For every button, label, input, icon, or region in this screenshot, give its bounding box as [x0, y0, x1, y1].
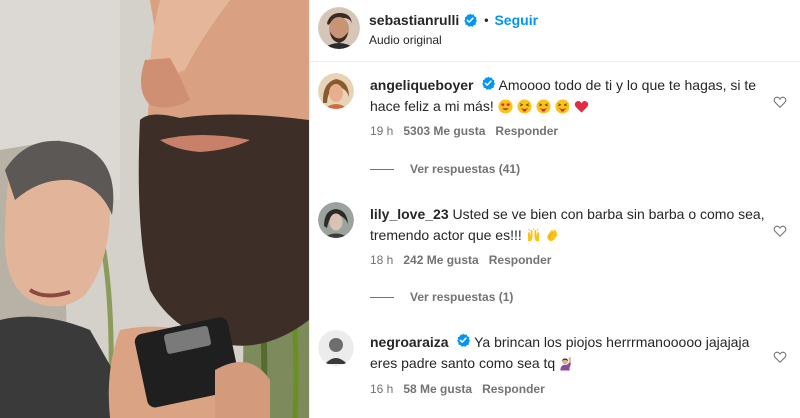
like-comment-heart-icon[interactable]: [773, 95, 787, 109]
commenter-username[interactable]: negroaraiza: [370, 334, 449, 350]
comment-meta: 18 h 242 Me gusta Responder: [370, 253, 561, 267]
comment-body-line-2: eres padre santo como sea tq: [370, 355, 556, 371]
like-comment-heart-icon[interactable]: [773, 224, 787, 238]
comment-meta: 16 h 58 Me gusta Responder: [370, 382, 555, 396]
owner-avatar[interactable]: [318, 7, 360, 49]
comment-body-line-1: Amoooo todo de ti y lo que te hagas, si …: [498, 77, 757, 93]
view-replies-label: Ver respuestas (41): [410, 162, 521, 176]
reply-button[interactable]: Responder: [489, 253, 552, 267]
comment-likes[interactable]: 58 Me gusta: [403, 382, 472, 396]
view-replies-label: Ver respuestas (1): [410, 290, 514, 304]
comment-meta: 19 h 5303 Me gusta Responder: [370, 124, 568, 138]
face-with-tongue-icon: [517, 99, 532, 114]
face-with-tongue-icon: [555, 99, 570, 114]
view-replies-button[interactable]: Ver respuestas (1): [370, 290, 513, 304]
replies-divider-line: [370, 168, 394, 170]
commenter-username[interactable]: lily_love_23: [370, 206, 449, 222]
audio-label[interactable]: Audio original: [369, 33, 442, 47]
separator-dot: •: [484, 13, 489, 27]
comment-item: negroaraiza Ya brincan los piojos herrrm…: [310, 320, 800, 410]
video-frame-illustration: [0, 0, 309, 418]
red-heart-icon: [574, 99, 589, 114]
view-replies-button[interactable]: Ver respuestas (41): [370, 162, 520, 176]
comment-text: angeliqueboyer Amoooo todo de ti y lo qu…: [370, 75, 789, 117]
comment-body-line-2: tremendo actor que es!!!: [370, 227, 522, 243]
comment-likes[interactable]: 242 Me gusta: [403, 253, 478, 267]
owner-username[interactable]: sebastianrulli: [369, 12, 459, 28]
follow-button[interactable]: Seguir: [494, 12, 538, 28]
like-comment-heart-icon[interactable]: [773, 350, 787, 364]
replies-divider-line: [370, 296, 394, 298]
verified-badge-icon: [456, 332, 471, 347]
reply-button[interactable]: Responder: [482, 382, 545, 396]
commenter-avatar[interactable]: [318, 202, 354, 238]
comment-body-line-1: Ya brincan los piojos herrrmanooooo jaja…: [474, 334, 750, 350]
face-with-tongue-icon: [536, 99, 551, 114]
clapping-hands-icon: [545, 228, 560, 243]
commenter-avatar[interactable]: [318, 330, 354, 366]
reel-video[interactable]: [0, 0, 309, 418]
comment-time[interactable]: 19 h: [370, 124, 393, 138]
comment-body-line-2: hace feliz a mi más!: [370, 98, 494, 114]
person-raising-hand-icon: [559, 356, 574, 371]
commenter-avatar[interactable]: [318, 73, 354, 109]
verified-badge-icon: [481, 75, 496, 90]
post-header: sebastianrulli • Seguir Audio original: [310, 0, 800, 62]
comment-text: negroaraiza Ya brincan los piojos herrrm…: [370, 332, 789, 374]
raising-hands-icon: [526, 228, 541, 243]
verified-badge-icon: [463, 13, 478, 27]
comment-body-line-1: Usted se ve bien con barba sin barba o c…: [452, 206, 765, 222]
comment-likes[interactable]: 5303 Me gusta: [403, 124, 485, 138]
commenter-username[interactable]: angeliqueboyer: [370, 77, 473, 93]
comment-time[interactable]: 18 h: [370, 253, 393, 267]
smiling-face-with-heart-eyes-icon: [498, 99, 513, 114]
reply-button[interactable]: Responder: [495, 124, 558, 138]
comment-item: lily_love_23 Usted se ve bien con barba …: [310, 194, 800, 274]
comment-item: angeliqueboyer Amoooo todo de ti y lo qu…: [310, 62, 800, 142]
comments-panel: sebastianrulli • Seguir Audio original a…: [309, 0, 800, 418]
comment-text: lily_love_23 Usted se ve bien con barba …: [370, 204, 789, 246]
comment-time[interactable]: 16 h: [370, 382, 393, 396]
